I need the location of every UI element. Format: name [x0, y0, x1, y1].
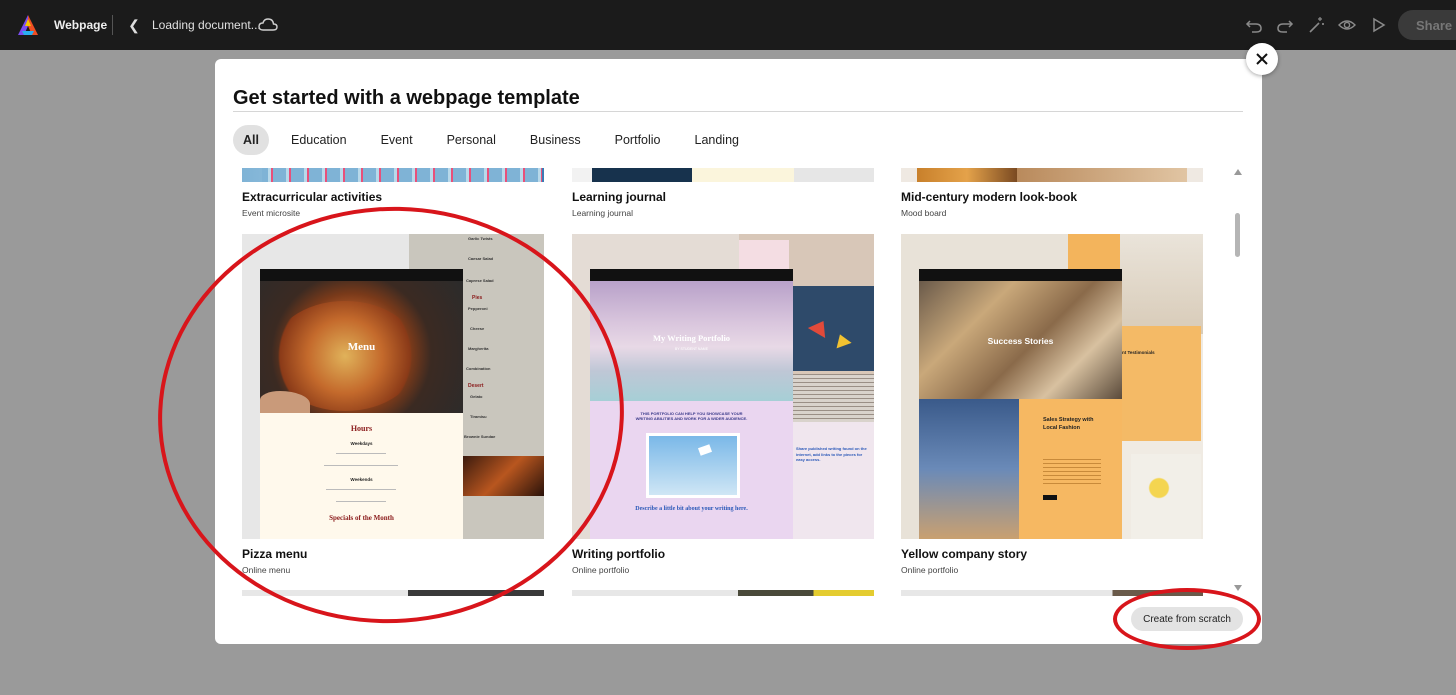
- menu-item: Desert: [468, 383, 484, 389]
- template-card-row3-3[interactable]: [901, 590, 1203, 596]
- create-from-scratch-button[interactable]: Create from scratch: [1131, 607, 1243, 631]
- writing-photo: [646, 433, 740, 498]
- template-grid-scrollbar[interactable]: [1233, 169, 1243, 593]
- close-icon: [1256, 53, 1268, 65]
- title-divider: [233, 111, 1243, 112]
- undo-icon[interactable]: [1244, 15, 1264, 35]
- yellow-testimonials: nt Testimonials: [1122, 350, 1155, 355]
- template-thumbnail[interactable]: My Writing Portfolio BY STUDENT NAME THI…: [572, 234, 874, 539]
- template-card-row3-2[interactable]: [572, 590, 874, 596]
- yellow-preview-window: Success Stories Sales Strategy with Loca…: [919, 269, 1122, 539]
- writing-published: Share published writing found on the int…: [796, 446, 867, 462]
- tab-landing[interactable]: Landing: [679, 125, 756, 155]
- template-title: Learning journal: [572, 190, 667, 204]
- template-subtitle: Mood board: [901, 208, 947, 218]
- redo-icon[interactable]: [1275, 15, 1295, 35]
- tab-education[interactable]: Education: [275, 125, 363, 155]
- template-thumbnail[interactable]: [901, 168, 1203, 182]
- writing-preview-window: My Writing Portfolio BY STUDENT NAME THI…: [590, 269, 793, 539]
- menu-item: Combination: [466, 366, 491, 371]
- template-card-writing-portfolio[interactable]: My Writing Portfolio BY STUDENT NAME THI…: [572, 234, 874, 578]
- tab-personal[interactable]: Personal: [431, 125, 512, 155]
- close-modal-button[interactable]: [1246, 43, 1278, 75]
- pizza-weekends: Weekends: [350, 477, 373, 482]
- preview-eye-icon[interactable]: [1337, 15, 1357, 35]
- writing-byline: BY STUDENT NAME: [674, 347, 709, 351]
- yellow-strategy-title: Sales Strategy with Local Fashion: [1043, 417, 1094, 431]
- menu-item: Caesar Salad: [468, 256, 494, 261]
- tab-portfolio[interactable]: Portfolio: [599, 125, 677, 155]
- template-thumbnail[interactable]: [572, 590, 874, 596]
- template-thumbnail[interactable]: Menu Hours Weekdays Weekends Specials of…: [242, 234, 544, 539]
- menu-item: Garlic Twists: [468, 236, 493, 241]
- template-subtitle: Online portfolio: [901, 565, 959, 575]
- template-card-mid-century[interactable]: Mid-century modern look-book Mood board: [901, 168, 1203, 218]
- template-card-extracurricular[interactable]: Extracurricular activities Event microsi…: [242, 168, 544, 218]
- template-subtitle: Online portfolio: [572, 565, 630, 575]
- scroll-up-arrow-icon[interactable]: [1234, 169, 1242, 175]
- cloud-icon: [258, 18, 278, 31]
- app-name: Webpage: [54, 18, 108, 32]
- menu-item: Margherita: [468, 346, 489, 351]
- template-picker-dialog: Get started with a webpage template All …: [215, 59, 1262, 644]
- back-icon[interactable]: ❮: [126, 16, 142, 34]
- template-title: Extracurricular activities: [242, 190, 383, 204]
- pizza-hours-heading: Hours: [350, 424, 373, 433]
- category-tabs: All Education Event Personal Business Po…: [233, 125, 757, 155]
- tab-business[interactable]: Business: [514, 125, 597, 155]
- tab-event[interactable]: Event: [365, 125, 429, 155]
- template-thumbnail[interactable]: [242, 168, 544, 182]
- menu-item: Pies: [472, 295, 483, 301]
- template-thumbnail[interactable]: Success Stories Sales Strategy with Loca…: [901, 234, 1203, 539]
- template-subtitle: Event microsite: [242, 208, 301, 218]
- dialog-title: Get started with a webpage template: [233, 87, 580, 109]
- pizza-preview-window: Menu Hours Weekdays Weekends Specials of…: [260, 269, 463, 539]
- writing-describe: Describe a little bit about your writing…: [635, 506, 748, 512]
- template-card-row3-1[interactable]: [242, 590, 544, 596]
- yellow-hero-title: Success Stories: [987, 336, 1054, 346]
- template-subtitle: Online menu: [242, 565, 291, 575]
- magic-wand-icon[interactable]: [1306, 15, 1326, 35]
- header-divider: [112, 15, 113, 35]
- pizza-weekdays: Weekdays: [350, 441, 373, 446]
- pizza-specials-heading: Specials of the Month: [329, 514, 394, 522]
- menu-item: Pepperoni: [468, 306, 488, 311]
- scroll-down-arrow-icon[interactable]: [1234, 585, 1242, 591]
- menu-item: Tiramisu: [470, 414, 487, 419]
- menu-item: Brownie Sundae: [464, 434, 496, 439]
- template-grid: Extracurricular activities Event microsi…: [242, 168, 1222, 596]
- menu-item: Gelato: [470, 394, 483, 399]
- yellow-team-photo: [919, 399, 1019, 539]
- template-subtitle: Learning journal: [572, 208, 633, 218]
- template-title: Yellow company story: [901, 547, 1028, 561]
- template-thumbnail[interactable]: [572, 168, 874, 182]
- menu-item: Caprese Salad: [466, 278, 494, 283]
- template-thumbnail[interactable]: [242, 590, 544, 596]
- template-card-learning-journal[interactable]: Learning journal Learning journal: [572, 168, 874, 218]
- template-title: Pizza menu: [242, 547, 308, 561]
- template-title: Mid-century modern look-book: [901, 190, 1078, 204]
- menu-item: Cheese: [470, 326, 485, 331]
- template-thumbnail[interactable]: [901, 590, 1203, 596]
- template-card-pizza-menu[interactable]: Menu Hours Weekdays Weekends Specials of…: [242, 234, 544, 578]
- yellow-strategy-panel: Sales Strategy with Local Fashion: [1019, 399, 1122, 539]
- play-icon[interactable]: [1368, 15, 1388, 35]
- template-card-yellow-company-story[interactable]: Success Stories Sales Strategy with Loca…: [901, 234, 1203, 578]
- writing-hero-title: My Writing Portfolio: [652, 333, 731, 343]
- scrollbar-thumb[interactable]: [1235, 213, 1240, 257]
- pizza-hero-title: Menu: [347, 341, 376, 353]
- document-title: Loading document...: [152, 18, 261, 32]
- writing-intro: THIS PORTFOLIO CAN HELP YOU SHOWCASE YOU…: [635, 411, 748, 421]
- share-button[interactable]: Share: [1398, 10, 1456, 40]
- tab-all[interactable]: All: [233, 125, 269, 155]
- app-header: Webpage ❮ Loading document... Share: [0, 0, 1456, 50]
- template-title: Writing portfolio: [572, 547, 666, 561]
- adobe-express-logo-icon[interactable]: [17, 14, 39, 36]
